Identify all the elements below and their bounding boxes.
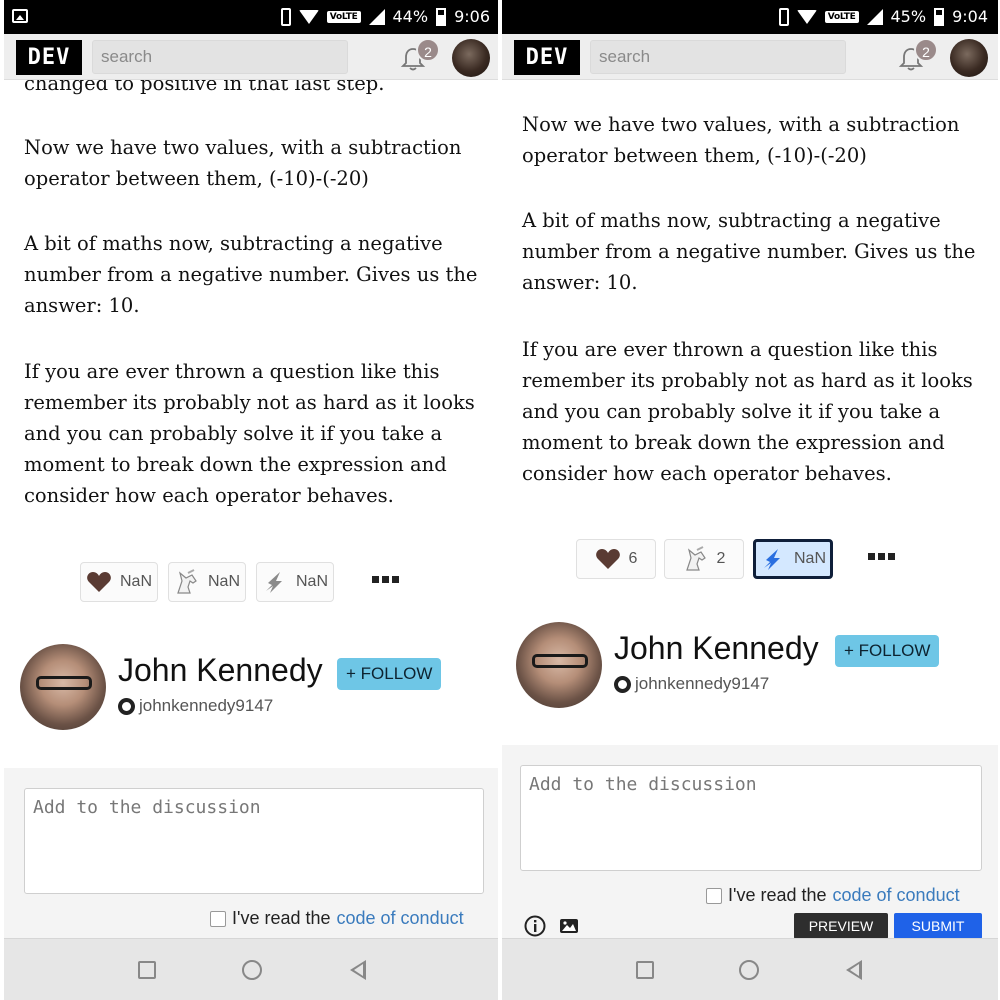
home-icon[interactable] [242, 960, 262, 980]
more-options-icon[interactable] [372, 576, 399, 583]
android-nav-bar [4, 938, 500, 1000]
submit-button[interactable]: SUBMIT [894, 913, 982, 939]
article-paragraph-3: If you are ever thrown a question like t… [522, 338, 973, 485]
code-of-conduct-row: I've read the code of conduct [210, 908, 464, 929]
more-options-icon[interactable] [868, 553, 895, 560]
unicorn-reaction-button[interactable]: NaN [168, 562, 246, 602]
battery-icon [934, 7, 945, 26]
battery-icon [436, 7, 447, 26]
volte-icon: VoLTE [326, 10, 361, 23]
back-icon[interactable] [350, 960, 366, 980]
article-body: Now we have two values, with a subtracti… [502, 80, 998, 745]
bookmark-reaction-button[interactable]: NaN [753, 539, 833, 579]
gallery-notification-icon [12, 9, 28, 23]
screenshot-stage: VoLTE 44% 9:06 DEV search 2 changed to p… [0, 0, 1000, 1000]
search-input[interactable]: search [590, 40, 846, 74]
dev-logo[interactable]: DEV [514, 40, 580, 75]
vibrate-icon [280, 7, 291, 26]
android-nav-bar [502, 938, 998, 1000]
status-indicators: VoLTE 44% 9:06 [280, 7, 490, 26]
wifi-icon [796, 9, 817, 24]
article-body: changed to positive in that last step. N… [4, 80, 500, 768]
article-paragraph-2: A bit of maths now, subtracting a negati… [24, 232, 478, 317]
heart-reaction-button[interactable]: NaN [80, 562, 158, 602]
heart-reaction-button[interactable]: 6 [576, 539, 656, 579]
recents-icon[interactable] [138, 961, 156, 979]
heart-count: 6 [628, 550, 638, 567]
author-github-link[interactable]: johnkennedy9147 [614, 674, 769, 694]
unicorn-icon [177, 569, 197, 594]
app-header: DEV search 2 [502, 34, 998, 80]
bookmark-count: NaN [295, 573, 328, 590]
bookmark-reaction-button[interactable]: NaN [256, 562, 334, 602]
bookmark-icon [265, 572, 282, 593]
discussion-textarea[interactable]: Add to the discussion [24, 788, 484, 894]
coc-prefix: I've read the [232, 908, 331, 928]
article-paragraph-3: If you are ever thrown a question like t… [24, 360, 475, 507]
clock: 9:06 [454, 7, 490, 26]
code-of-conduct-link[interactable]: code of conduct [337, 908, 464, 929]
phone-right: VoLTE 45% 9:04 DEV search 2 Now we have … [502, 0, 998, 1000]
notification-count-badge[interactable]: 2 [914, 38, 938, 62]
recents-icon[interactable] [636, 961, 654, 979]
article-partial-line: changed to positive in that last step. [24, 80, 385, 95]
bookmark-icon [763, 549, 780, 570]
discussion-section: Add to the discussion I've read the code… [4, 768, 500, 938]
battery-percent: 44% [392, 7, 429, 26]
wifi-icon [298, 9, 319, 24]
heart-icon [87, 572, 111, 592]
unicorn-icon [685, 546, 706, 571]
github-username: johnkennedy9147 [139, 696, 274, 715]
coc-prefix: I've read the [728, 885, 827, 905]
back-icon[interactable] [846, 960, 862, 980]
signal-icon [368, 8, 385, 25]
code-of-conduct-row: I've read the code of conduct [706, 885, 960, 906]
discussion-textarea[interactable]: Add to the discussion [520, 765, 982, 871]
code-of-conduct-link[interactable]: code of conduct [833, 885, 960, 906]
status-bar: VoLTE 45% 9:04 [502, 0, 998, 34]
follow-button[interactable]: + FOLLOW [835, 635, 940, 667]
search-input[interactable]: search [92, 40, 348, 74]
github-icon [614, 675, 631, 693]
author-name[interactable]: John Kennedy [614, 630, 819, 667]
user-avatar[interactable] [950, 39, 988, 77]
github-username: johnkennedy9147 [635, 674, 770, 693]
image-upload-icon[interactable] [558, 915, 580, 937]
author-avatar[interactable] [20, 644, 106, 730]
heart-count: NaN [119, 573, 152, 590]
status-indicators: VoLTE 45% 9:04 [778, 7, 988, 26]
vibrate-icon [778, 7, 789, 26]
signal-icon [866, 8, 883, 25]
code-of-conduct-checkbox[interactable] [706, 887, 722, 904]
unicorn-reaction-button[interactable]: 2 [664, 539, 744, 579]
notification-count-badge[interactable]: 2 [416, 38, 440, 62]
author-avatar[interactable] [516, 622, 602, 708]
status-bar: VoLTE 44% 9:06 [4, 0, 500, 34]
volte-icon: VoLTE [824, 10, 859, 23]
user-avatar[interactable] [452, 39, 490, 77]
phone-left: VoLTE 44% 9:06 DEV search 2 changed to p… [4, 0, 500, 1000]
article-paragraph-2: A bit of maths now, subtracting a negati… [522, 209, 976, 294]
battery-percent: 45% [890, 7, 927, 26]
bookmark-count: NaN [793, 550, 826, 567]
preview-button[interactable]: PREVIEW [794, 913, 888, 939]
info-icon[interactable] [524, 915, 546, 937]
dev-logo[interactable]: DEV [16, 40, 82, 75]
discussion-section: Add to the discussion I've read the code… [502, 745, 998, 939]
clock: 9:04 [952, 7, 988, 26]
article-paragraph-1: Now we have two values, with a subtracti… [522, 113, 960, 167]
code-of-conduct-checkbox[interactable] [210, 910, 226, 927]
app-header: DEV search 2 [4, 34, 500, 80]
unicorn-count: NaN [207, 573, 240, 590]
home-icon[interactable] [739, 960, 759, 980]
heart-icon [595, 549, 620, 569]
author-name[interactable]: John Kennedy [118, 652, 323, 689]
article-paragraph-1: Now we have two values, with a subtracti… [24, 136, 462, 190]
follow-button[interactable]: + FOLLOW [337, 658, 442, 690]
unicorn-count: 2 [716, 550, 726, 567]
github-icon [118, 697, 135, 715]
author-github-link[interactable]: johnkennedy9147 [118, 696, 273, 716]
